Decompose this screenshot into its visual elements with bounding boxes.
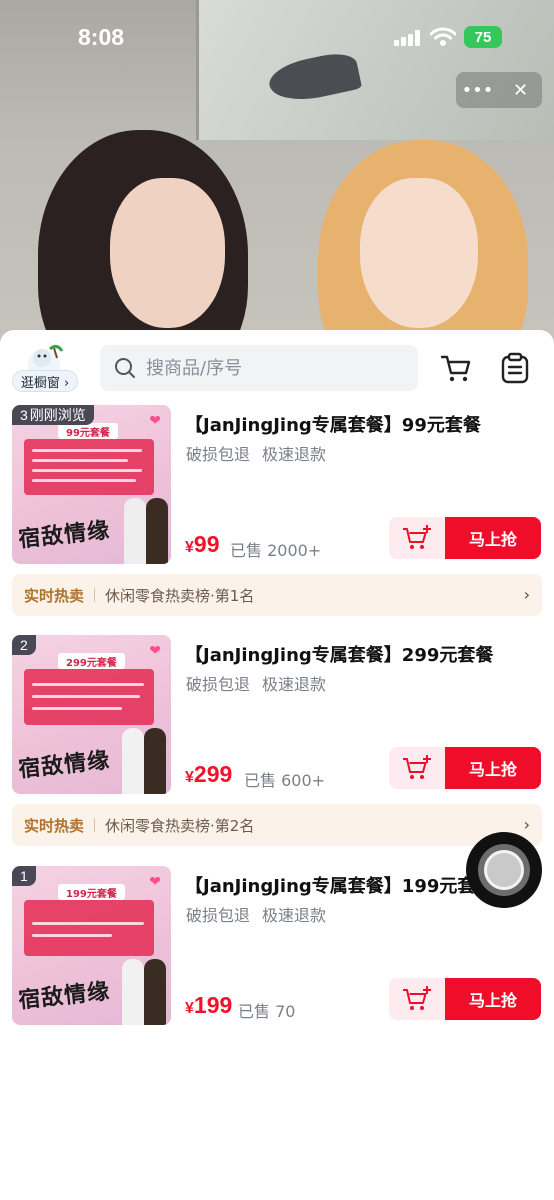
thumbnail-brand-text: 宿敌情缘 [17,978,112,1014]
rank-badge: 3 刚刚浏览 [12,405,94,425]
product-sheet: 逛橱窗 › ❤ 99元套餐 [0,330,554,1200]
rank-badge: 1 [12,866,36,886]
close-icon[interactable]: ✕ [499,72,542,108]
hot-sale-label: 实时热卖 [24,586,85,605]
add-cart-icon [403,755,431,779]
video-controls: ••• ✕ [456,72,542,108]
add-to-cart-button[interactable] [389,978,445,1020]
sold-count: 已售 2000+ [230,541,322,560]
hot-sale-ranking-bar[interactable]: 实时热卖 休闲零食热卖榜·第2名 › [12,804,542,846]
product-title[interactable]: 【JanJingJing专属套餐】299元套餐 [185,641,545,667]
chevron-right-icon: › [523,585,530,604]
product-title[interactable]: 【JanJingJing专属套餐】99元套餐 [185,411,545,437]
buy-now-button[interactable]: 马上抢 [445,747,541,789]
buy-now-button[interactable]: 马上抢 [445,978,541,1020]
order-list-icon[interactable] [499,352,531,384]
battery-level: 75 [474,28,492,46]
sheet-header: 逛橱窗 › [0,330,554,400]
product-thumbnail[interactable]: ❤ 99元套餐 宿敌情缘 [12,405,171,564]
cellular-signal-icon [394,30,422,46]
add-to-cart-button[interactable] [389,747,445,789]
heart-icon: ❤ [149,643,161,659]
battery-indicator: 75 [464,26,502,48]
service-tags: 破损包退 极速退款 [186,906,327,925]
status-bar: 8:08 75 [0,0,554,76]
rank-badge: 2 [12,635,36,655]
heart-icon: ❤ [149,413,161,429]
service-tags: 破损包退 极速退款 [186,675,327,694]
package-tag: 99元套餐 [58,423,118,439]
host-left-face [110,178,225,328]
search-input[interactable] [146,357,406,379]
hot-sale-rank: 休闲零食热卖榜·第1名 [105,586,255,605]
cart-icon[interactable] [440,352,472,384]
wifi-icon [430,27,456,46]
more-icon[interactable]: ••• [456,72,499,108]
sold-count: 已售 70 [238,1002,296,1021]
hot-sale-ranking-bar[interactable]: 实时热卖 休闲零食热卖榜·第1名 › [12,574,542,616]
product-price: ¥299 [185,761,233,787]
product-price: ¥199 [185,992,233,1018]
add-cart-icon [403,986,431,1010]
buy-now-button[interactable]: 马上抢 [445,517,541,559]
service-tags: 破损包退 极速退款 [186,445,327,464]
status-time: 8:08 [78,24,125,50]
search-icon [115,358,135,378]
assistive-touch-button[interactable] [466,832,542,908]
host-right-face [360,178,478,328]
product-price: ¥99 [185,531,220,557]
add-cart-icon [403,525,431,549]
chevron-right-icon: › [523,815,530,834]
search-bar[interactable] [100,345,418,391]
storefront-button[interactable]: 逛橱窗 › [12,344,78,394]
live-video: 8:08 75 ••• ✕ [0,0,554,360]
heart-icon: ❤ [149,874,161,890]
add-to-cart-button[interactable] [389,517,445,559]
hot-sale-rank: 休闲零食热卖榜·第2名 [105,816,255,835]
hot-sale-label: 实时热卖 [24,816,85,835]
package-tag: 299元套餐 [58,653,125,669]
package-tag: 199元套餐 [58,884,125,900]
thumbnail-brand-text: 宿敌情缘 [17,747,112,783]
product-thumbnail[interactable]: ❤ 199元套餐 宿敌情缘 [12,866,171,1025]
product-thumbnail[interactable]: ❤ 299元套餐 宿敌情缘 [12,635,171,794]
thumbnail-brand-text: 宿敌情缘 [17,517,112,553]
sold-count: 已售 600+ [244,771,326,790]
storefront-label: 逛橱窗 › [12,370,78,392]
